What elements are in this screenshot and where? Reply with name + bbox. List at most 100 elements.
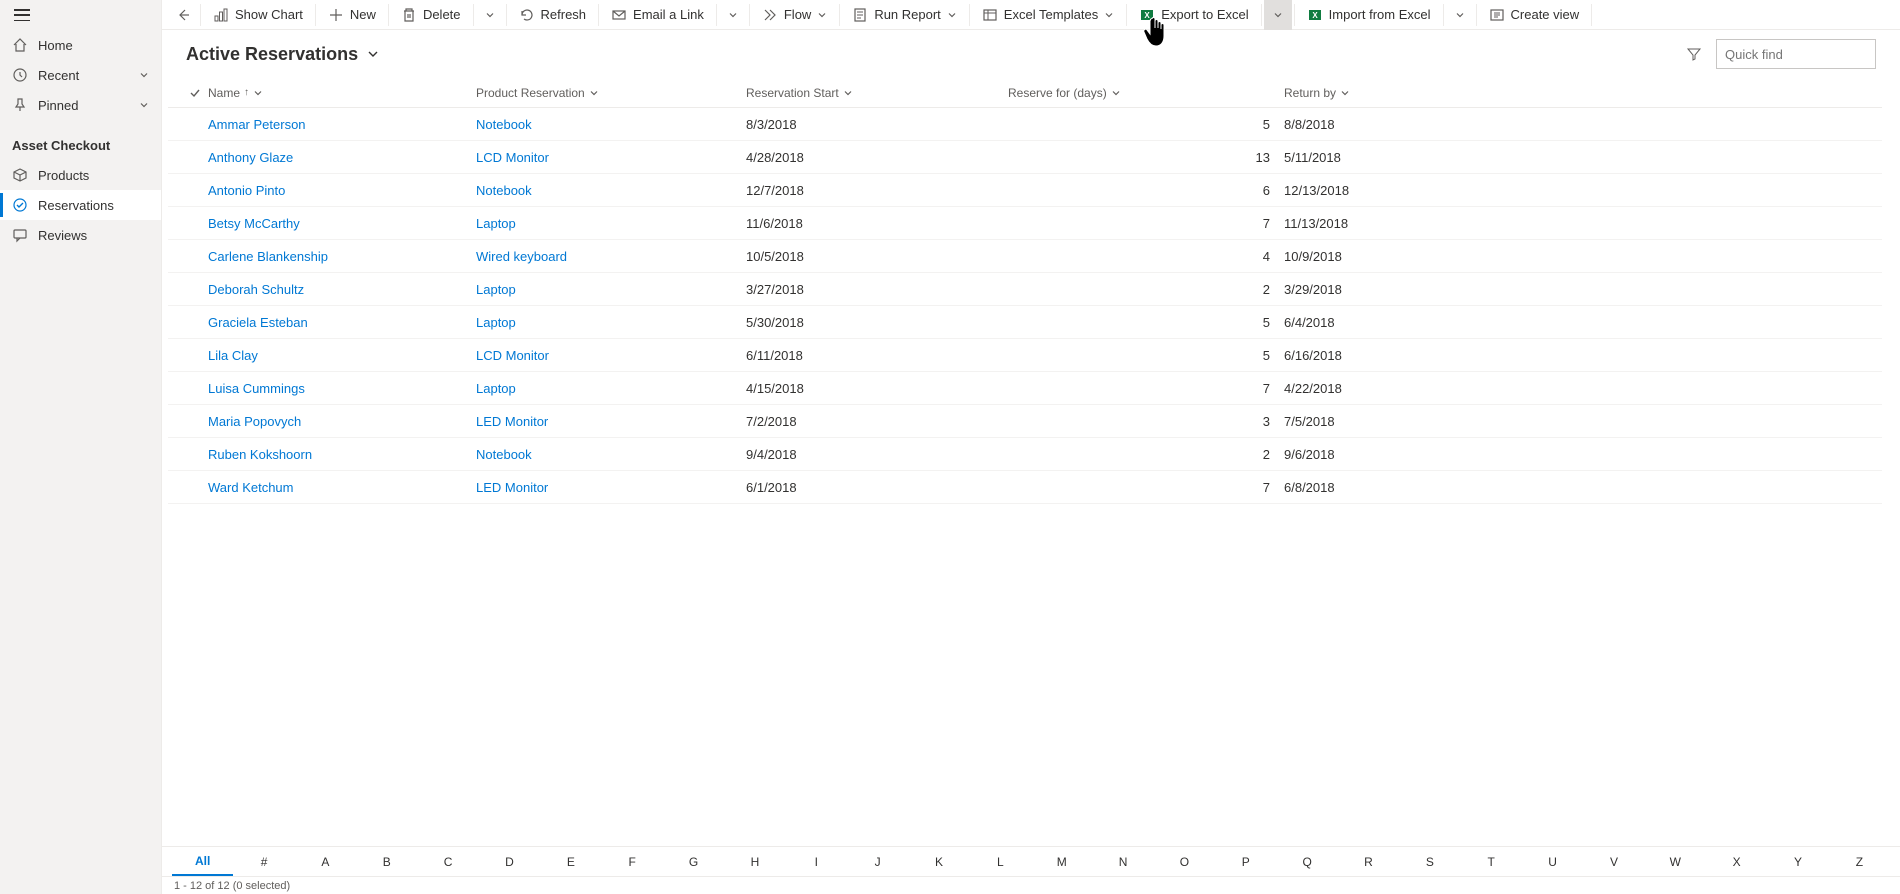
table-row[interactable]: Betsy McCarthyLaptop11/6/2018711/13/2018 [168,207,1882,240]
column-product[interactable]: Product Reservation [476,86,746,100]
cmd-create-view[interactable]: Create view [1479,0,1590,30]
alpha-B[interactable]: B [356,849,417,875]
alpha-R[interactable]: R [1338,849,1399,875]
alpha-A[interactable]: A [295,849,356,875]
column-return[interactable]: Return by [1284,86,1544,100]
alpha-C[interactable]: C [417,849,478,875]
table-row[interactable]: Anthony GlazeLCD Monitor4/28/2018135/11/… [168,141,1882,174]
alpha-All[interactable]: All [172,848,233,876]
table-row[interactable]: Lila ClayLCD Monitor6/11/201856/16/2018 [168,339,1882,372]
product-link[interactable]: LCD Monitor [476,348,549,363]
hamburger-menu[interactable] [0,0,161,30]
mail-icon [611,7,627,23]
alpha-K[interactable]: K [908,849,969,875]
alpha-Y[interactable]: Y [1767,849,1828,875]
nav-reservations[interactable]: Reservations [0,190,161,220]
table-row[interactable]: Ammar PetersonNotebook8/3/201858/8/2018 [168,108,1882,141]
table-row[interactable]: Graciela EstebanLaptop5/30/201856/4/2018 [168,306,1882,339]
alpha-V[interactable]: V [1583,849,1644,875]
nav-pinned[interactable]: Pinned [0,90,161,120]
alpha-L[interactable]: L [970,849,1031,875]
alpha-J[interactable]: J [847,849,908,875]
cmd-delete-dropdown[interactable] [476,0,504,30]
table-row[interactable]: Ruben KokshoornNotebook9/4/201829/6/2018 [168,438,1882,471]
name-link[interactable]: Carlene Blankenship [208,249,328,264]
name-link[interactable]: Maria Popovych [208,414,301,429]
product-link[interactable]: Laptop [476,381,516,396]
column-days[interactable]: Reserve for (days) [1008,86,1284,100]
table-row[interactable]: Antonio PintoNotebook12/7/2018612/13/201… [168,174,1882,207]
name-link[interactable]: Anthony Glaze [208,150,293,165]
cmd-export-to-excel[interactable]: XExport to Excel [1129,0,1258,30]
table-row[interactable]: Deborah SchultzLaptop3/27/201823/29/2018 [168,273,1882,306]
alpha-F[interactable]: F [602,849,663,875]
filter-button[interactable] [1686,46,1702,62]
nav-reviews[interactable]: Reviews [0,220,161,250]
table-row[interactable]: Ward KetchumLED Monitor6/1/201876/8/2018 [168,471,1882,504]
name-link[interactable]: Antonio Pinto [208,183,285,198]
product-link[interactable]: Laptop [476,282,516,297]
column-start[interactable]: Reservation Start [746,86,1008,100]
alpha-G[interactable]: G [663,849,724,875]
alpha-U[interactable]: U [1522,849,1583,875]
alpha-T[interactable]: T [1461,849,1522,875]
quick-find[interactable] [1716,39,1876,69]
alpha-N[interactable]: N [1092,849,1153,875]
column-name[interactable]: Name↑ [208,86,476,100]
alpha-Q[interactable]: Q [1276,849,1337,875]
product-link[interactable]: Notebook [476,183,532,198]
product-link[interactable]: LED Monitor [476,480,548,495]
product-link[interactable]: Laptop [476,315,516,330]
product-link[interactable]: Laptop [476,216,516,231]
alpha-O[interactable]: O [1154,849,1215,875]
select-all-checkbox[interactable] [182,87,208,99]
alpha-S[interactable]: S [1399,849,1460,875]
cmd-excel-templates[interactable]: Excel Templates [972,0,1124,30]
table-row[interactable]: Carlene BlankenshipWired keyboard10/5/20… [168,240,1882,273]
product-link[interactable]: Notebook [476,117,532,132]
table-row[interactable]: Luisa CummingsLaptop4/15/201874/22/2018 [168,372,1882,405]
product-link[interactable]: Notebook [476,447,532,462]
name-link[interactable]: Ruben Kokshoorn [208,447,312,462]
alpha-P[interactable]: P [1215,849,1276,875]
nav-home[interactable]: Home [0,30,161,60]
nav-recent[interactable]: Recent [0,60,161,90]
cmd-import-from-excel-dropdown[interactable] [1446,0,1474,30]
alpha-H[interactable]: H [724,849,785,875]
nav-products[interactable]: Products [0,160,161,190]
product-link[interactable]: LED Monitor [476,414,548,429]
alpha-X[interactable]: X [1706,849,1767,875]
alpha-#[interactable]: # [233,849,294,875]
cmd-email-a-link[interactable]: Email a Link [601,0,714,30]
cmd-delete[interactable]: Delete [391,0,471,30]
name-link[interactable]: Betsy McCarthy [208,216,300,231]
name-link[interactable]: Luisa Cummings [208,381,305,396]
alpha-D[interactable]: D [479,849,540,875]
back-button[interactable] [168,0,198,30]
cell-start: 5/30/2018 [746,315,1008,330]
cmd-flow[interactable]: Flow [752,0,837,30]
name-link[interactable]: Ammar Peterson [208,117,306,132]
cmd-run-report[interactable]: Run Report [842,0,966,30]
product-link[interactable]: Wired keyboard [476,249,567,264]
cmd-import-from-excel[interactable]: XImport from Excel [1297,0,1441,30]
table-row[interactable]: Maria PopovychLED Monitor7/2/201837/5/20… [168,405,1882,438]
name-link[interactable]: Lila Clay [208,348,258,363]
product-link[interactable]: LCD Monitor [476,150,549,165]
alpha-Z[interactable]: Z [1829,849,1890,875]
alpha-M[interactable]: M [1031,849,1092,875]
alpha-W[interactable]: W [1645,849,1706,875]
cmd-show-chart[interactable]: Show Chart [203,0,313,30]
cmd-export-to-excel-dropdown[interactable] [1264,0,1292,30]
view-selector[interactable]: Active Reservations [186,44,380,65]
cmd-refresh[interactable]: Refresh [509,0,597,30]
nav-label: Recent [38,68,139,83]
cmd-email-a-link-dropdown[interactable] [719,0,747,30]
cmd-new[interactable]: New [318,0,386,30]
name-link[interactable]: Deborah Schultz [208,282,304,297]
name-link[interactable]: Ward Ketchum [208,480,294,495]
quick-find-input[interactable] [1725,47,1900,62]
alpha-I[interactable]: I [786,849,847,875]
name-link[interactable]: Graciela Esteban [208,315,308,330]
alpha-E[interactable]: E [540,849,601,875]
